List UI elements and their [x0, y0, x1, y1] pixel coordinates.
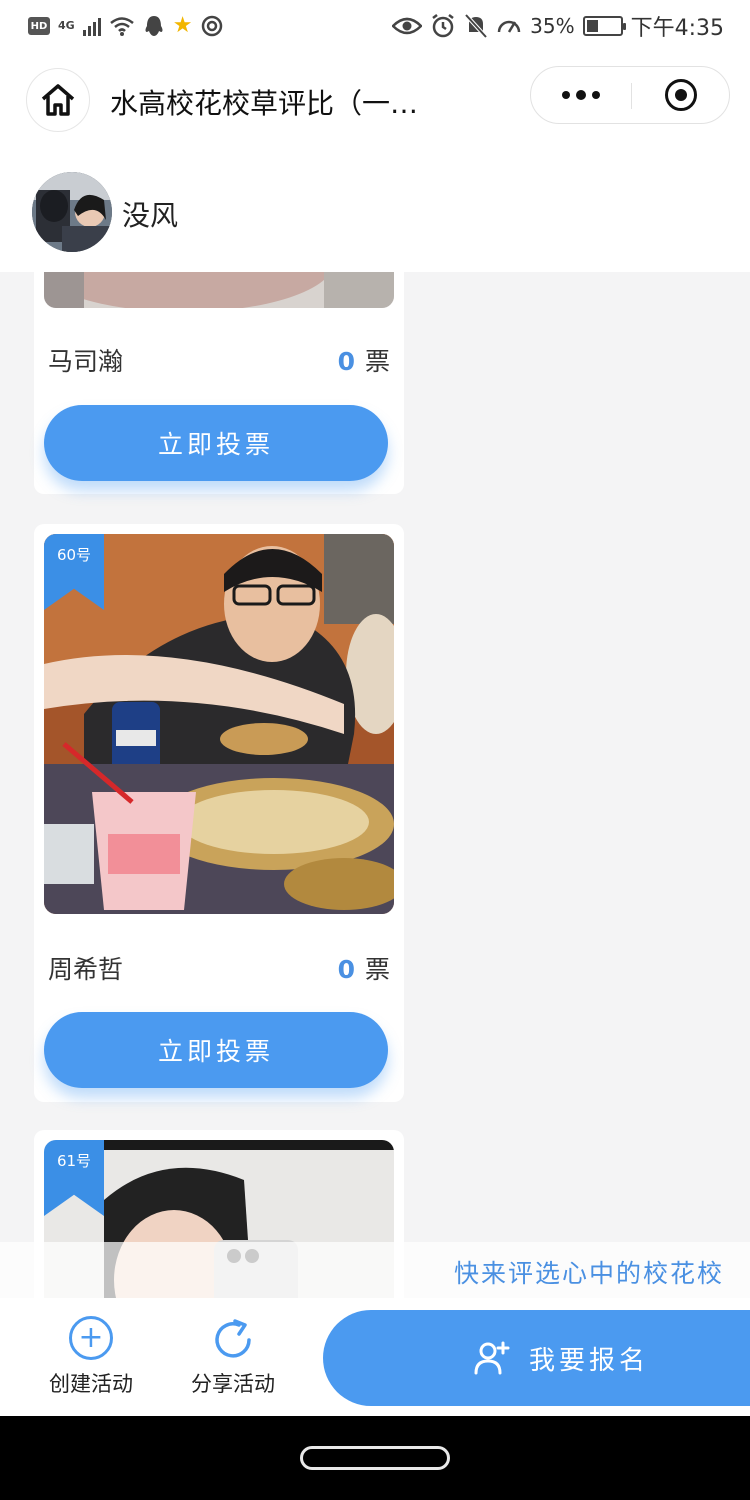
- candidate-photo[interactable]: [44, 272, 394, 308]
- more-dot-icon: [562, 91, 570, 99]
- mute-icon: [464, 13, 488, 39]
- candidate-card: 60号 周希哲 0票 立即投票: [34, 524, 404, 1102]
- hd-icon: HD: [28, 17, 50, 35]
- vote-count: 0票: [338, 342, 390, 378]
- page-title: 水高校花校草评比（一…: [110, 87, 419, 120]
- user-name: 没风: [122, 199, 179, 232]
- status-right: 35% 下午4:35: [392, 12, 724, 41]
- marquee-banner: 快来评选心中的校花校: [0, 1242, 750, 1298]
- user-header: 没风: [0, 144, 750, 272]
- share-activity-button[interactable]: 分享活动: [178, 1316, 288, 1406]
- candidate-photo[interactable]: 60号: [44, 534, 394, 914]
- candidate-card: 马司瀚 0票 立即投票: [34, 272, 404, 494]
- home-button[interactable]: [26, 68, 90, 132]
- vote-unit: 票: [364, 347, 390, 376]
- candidate-name: 周希哲: [48, 955, 124, 984]
- more-dot-icon: [576, 90, 586, 100]
- vote-button[interactable]: 立即投票: [44, 1012, 388, 1088]
- vote-number: 0: [337, 347, 355, 376]
- share-activity-label: 分享活动: [191, 1372, 275, 1396]
- clock: 下午4:35: [630, 16, 724, 41]
- home-gesture-bar[interactable]: [300, 1446, 450, 1470]
- bottom-toolbar: + 创建活动 分享活动 我要报名: [0, 1298, 750, 1416]
- network-type: 4G: [58, 19, 75, 32]
- candidate-name: 马司瀚: [48, 347, 124, 376]
- create-activity-button[interactable]: + 创建活动: [36, 1316, 146, 1406]
- alarm-icon: [432, 14, 454, 38]
- menu-capsule: [530, 66, 730, 124]
- battery-icon: [582, 16, 626, 36]
- more-menu-button[interactable]: [531, 67, 631, 123]
- vote-button[interactable]: 立即投票: [44, 405, 388, 481]
- qq-icon: [145, 16, 163, 36]
- share-icon: [215, 1319, 251, 1358]
- vote-number: 0: [337, 955, 355, 984]
- gps-icon: [202, 15, 223, 37]
- avatar[interactable]: [32, 172, 112, 252]
- wifi-icon: [109, 17, 134, 36]
- eye-icon: [392, 17, 423, 35]
- signup-label: 我要报名: [529, 1345, 650, 1376]
- status-left: HD 4G ★: [28, 12, 224, 40]
- signal-icon: [82, 16, 101, 36]
- battery-level: [586, 20, 598, 32]
- plus-circle-icon: +: [69, 1316, 113, 1360]
- speed-icon: [497, 20, 521, 33]
- status-bar: HD 4G ★ 35% 下午4:35: [0, 0, 750, 54]
- avatar-photo: [32, 172, 112, 252]
- vote-unit: 票: [364, 955, 390, 984]
- mini-program-nav-bar: 水高校花校草评比（一…: [0, 54, 750, 144]
- home-icon: [41, 84, 75, 116]
- more-dot-icon: [592, 91, 600, 99]
- signup-button[interactable]: 我要报名: [323, 1310, 750, 1406]
- system-nav-bar: [0, 1416, 750, 1500]
- target-icon: [665, 79, 697, 111]
- vote-count: 0票: [338, 950, 390, 986]
- marquee-text: 快来评选心中的校花校: [454, 1259, 725, 1288]
- star-icon: ★: [172, 13, 193, 38]
- add-user-icon: [474, 1341, 510, 1375]
- create-activity-label: 创建活动: [49, 1372, 133, 1396]
- close-program-button[interactable]: [631, 67, 731, 123]
- candidate-photo-image: [44, 272, 394, 308]
- battery-percent: 35%: [530, 14, 575, 38]
- candidate-feed[interactable]: 马司瀚 0票 立即投票 60号 周希哲 0 票 立即投票 61号: [0, 272, 750, 1299]
